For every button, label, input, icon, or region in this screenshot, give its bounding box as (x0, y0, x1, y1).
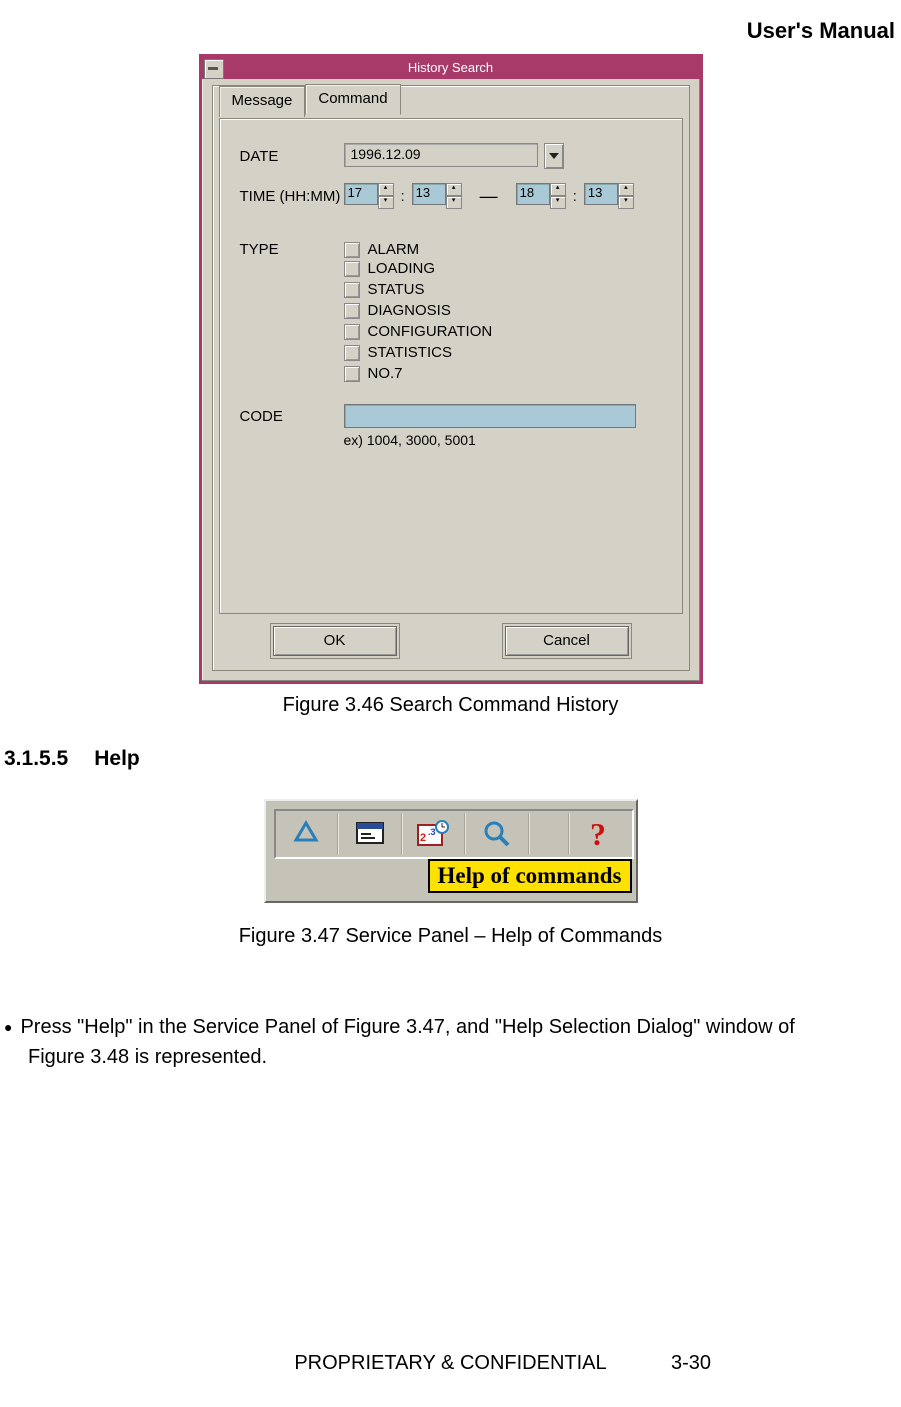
section-heading: 3.1.5.5 Help (4, 747, 901, 771)
cancel-button[interactable]: Cancel (505, 626, 629, 656)
ok-button[interactable]: OK (273, 626, 397, 656)
type-label: TYPE (240, 241, 344, 258)
footer-text: PROPRIETARY & CONFIDENTIAL (294, 1352, 606, 1374)
page-footer: PROPRIETARY & CONFIDENTIAL 3-30 (0, 1352, 901, 1375)
time-from-hour[interactable]: 17 (344, 183, 378, 205)
time-label: TIME (HH:MM) (240, 188, 344, 205)
checkbox-status[interactable] (344, 282, 360, 298)
calendar-icon[interactable]: 2.3 (402, 813, 466, 855)
spin-up-icon[interactable]: ▴ (378, 183, 394, 196)
checkbox-statistics[interactable] (344, 345, 360, 361)
svg-text:.3: .3 (428, 827, 436, 837)
time-range-dash: — (480, 186, 498, 207)
window-title-bar: History Search (202, 57, 700, 79)
time-to-hour[interactable]: 18 (516, 183, 550, 205)
spin-up-icon[interactable]: ▴ (618, 183, 634, 196)
recycle-icon[interactable] (276, 813, 339, 855)
body-paragraph: ● Press "Help" in the Service Panel of Fi… (4, 1012, 891, 1072)
tab-message[interactable]: Message (219, 86, 306, 117)
spin-up-icon[interactable]: ▴ (550, 183, 566, 196)
type-option: NO.7 (368, 365, 403, 382)
type-option: LOADING (368, 260, 436, 277)
time-colon: : (573, 188, 577, 205)
window-title: History Search (408, 60, 493, 75)
code-label: CODE (240, 408, 344, 425)
spin-down-icon[interactable]: ▾ (378, 196, 394, 209)
type-option: ALARM (368, 241, 420, 258)
date-input[interactable]: 1996.12.09 (344, 143, 538, 167)
figure-caption-2: Figure 3.47 Service Panel – Help of Comm… (0, 925, 901, 948)
tab-command[interactable]: Command (305, 84, 400, 115)
service-panel-toolbar: 2.3 ? Help of commands (264, 799, 638, 903)
spin-down-icon[interactable]: ▾ (550, 196, 566, 209)
spin-down-icon[interactable]: ▾ (446, 196, 462, 209)
section-title: Help (94, 747, 140, 770)
time-to-min[interactable]: 13 (584, 183, 618, 205)
code-input[interactable] (344, 404, 636, 428)
body-line-2: Figure 3.48 is represented. (28, 1046, 267, 1068)
history-search-window: History Search Message Command DATE 1996… (199, 54, 703, 684)
page-header: User's Manual (0, 0, 901, 44)
time-colon: : (401, 188, 405, 205)
svg-text:2: 2 (420, 832, 426, 844)
checkbox-configuration[interactable] (344, 324, 360, 340)
system-menu-icon[interactable] (204, 59, 224, 79)
window-icon[interactable] (338, 813, 402, 855)
page-number: 3-30 (671, 1352, 711, 1375)
time-from-min[interactable]: 13 (412, 183, 446, 205)
section-number: 3.1.5.5 (4, 747, 68, 770)
svg-text:?: ? (590, 817, 606, 851)
checkbox-no7[interactable] (344, 366, 360, 382)
chevron-down-icon (549, 153, 559, 159)
date-dropdown-button[interactable] (544, 143, 564, 169)
type-option: CONFIGURATION (368, 323, 493, 340)
date-label: DATE (240, 148, 344, 165)
help-tooltip: Help of commands (428, 859, 632, 893)
help-icon[interactable]: ? (569, 813, 632, 855)
body-line-1: Press "Help" in the Service Panel of Fig… (20, 1016, 794, 1038)
checkbox-alarm[interactable] (344, 242, 360, 258)
checkbox-diagnosis[interactable] (344, 303, 360, 319)
spin-down-icon[interactable]: ▾ (618, 196, 634, 209)
type-option: STATISTICS (368, 344, 452, 361)
search-icon[interactable] (465, 813, 529, 855)
figure-caption-1: Figure 3.46 Search Command History (0, 694, 901, 717)
code-example-text: ex) 1004, 3000, 5001 (344, 432, 666, 448)
bullet-icon: ● (4, 1019, 12, 1035)
spin-up-icon[interactable]: ▴ (446, 183, 462, 196)
checkbox-loading[interactable] (344, 261, 360, 277)
type-option: DIAGNOSIS (368, 302, 451, 319)
type-option: STATUS (368, 281, 425, 298)
